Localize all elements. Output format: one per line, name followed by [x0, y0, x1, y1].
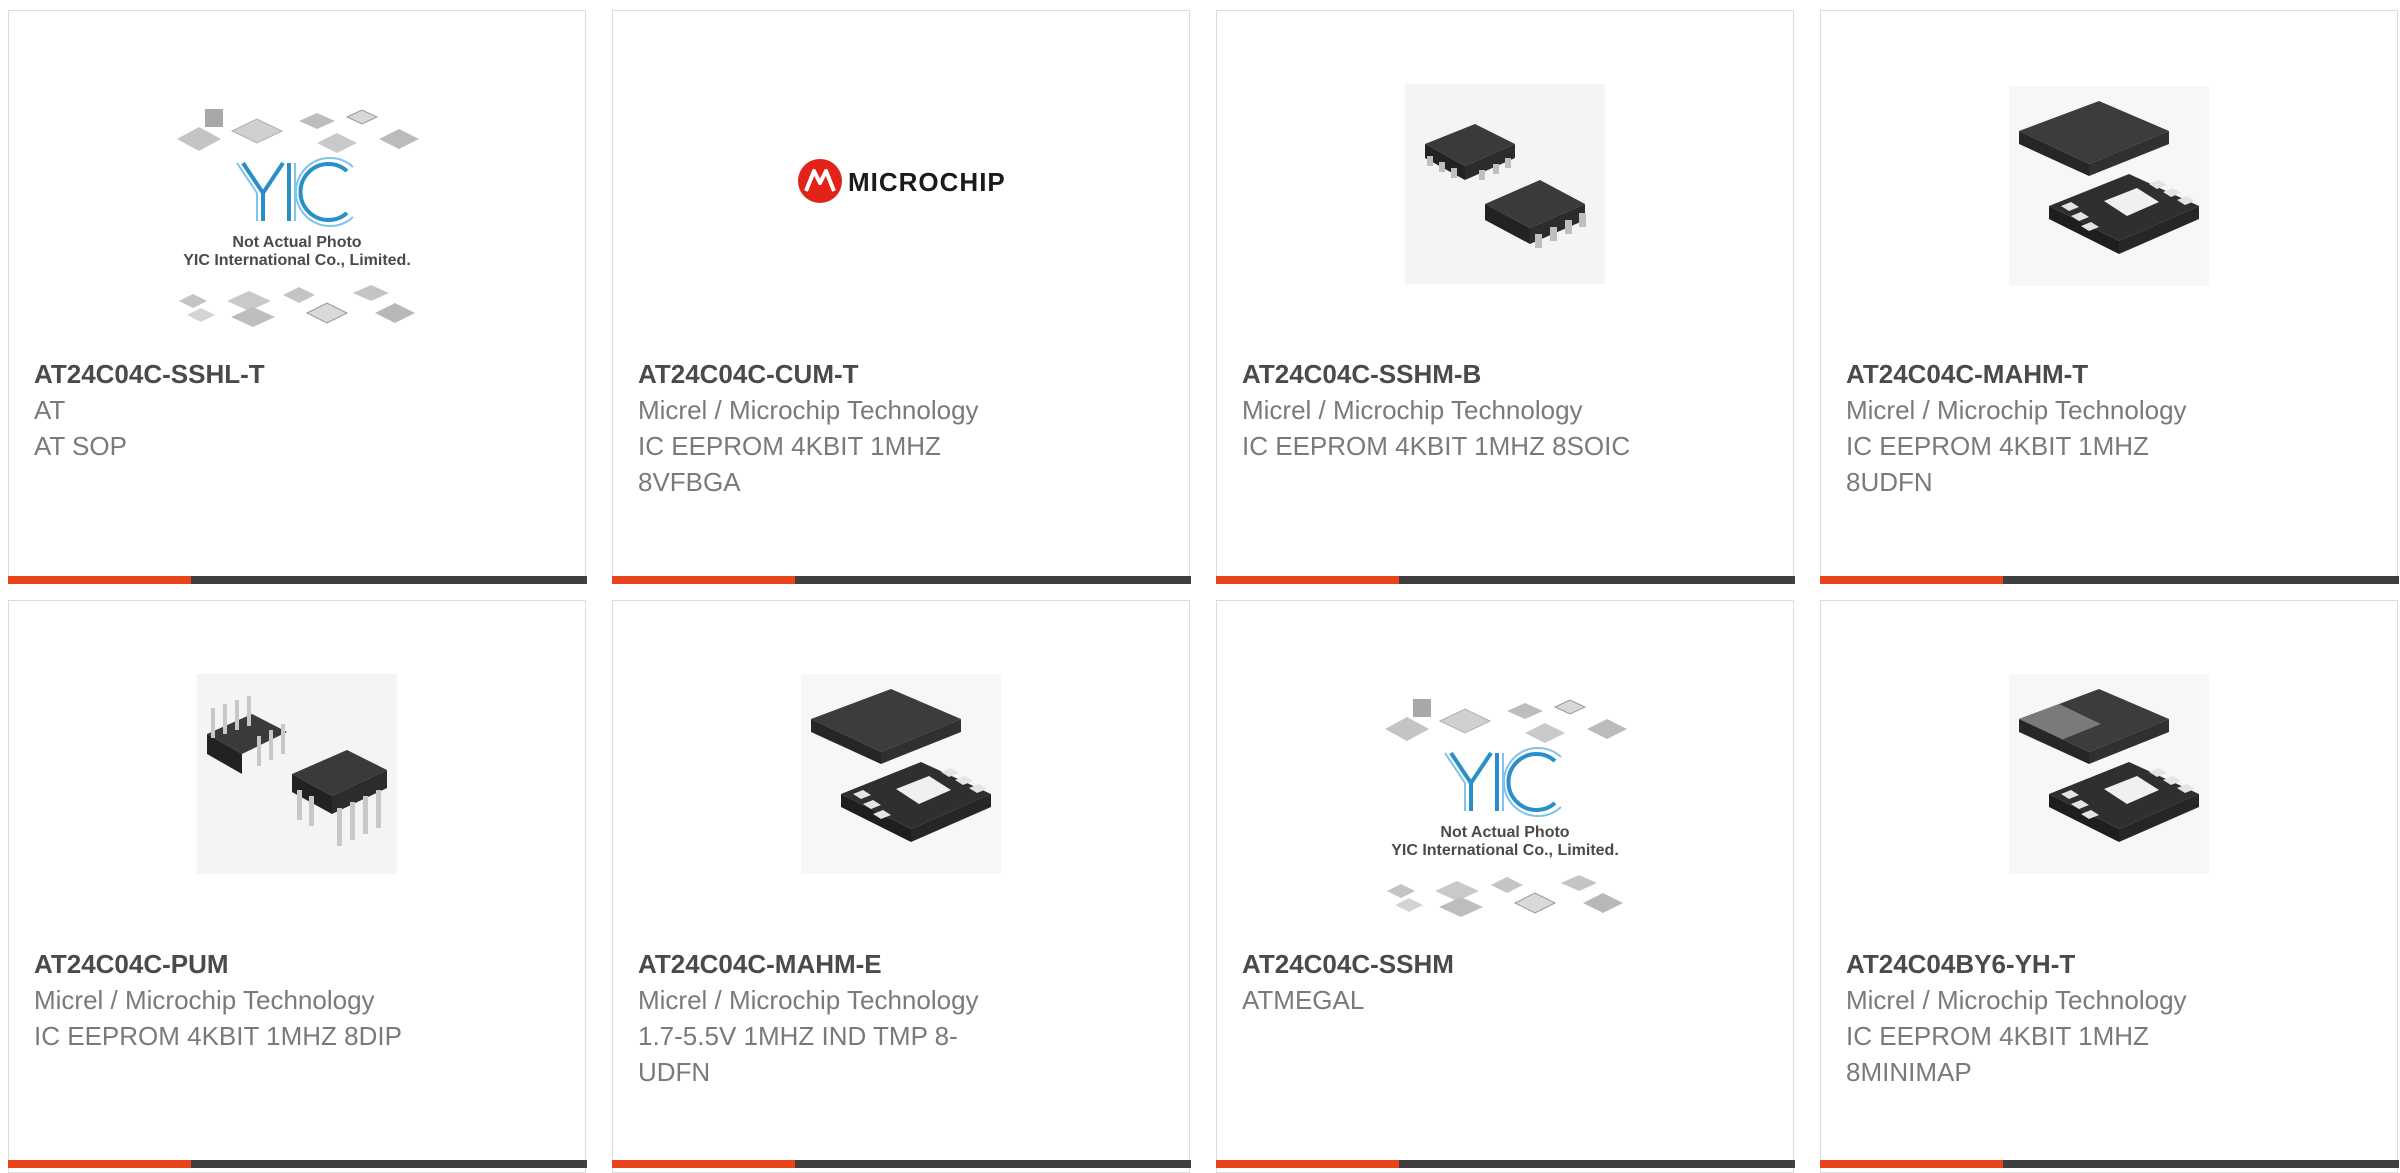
udfn-chip-image: [2009, 86, 2209, 286]
manufacturer: ATMEGAL: [1242, 985, 1365, 1015]
manufacturer: Micrel / Microchip Technology: [34, 985, 375, 1015]
product-card[interactable]: AT24C04C-PUM Micrel / Microchip Technolo…: [7, 600, 587, 1173]
product-info: AT24C04BY6-YH-T Micrel / Microchip Techn…: [1846, 946, 2237, 1090]
product-description: IC EEPROM 4KBIT 1MHZ 8VFBGA: [638, 431, 941, 497]
product-image[interactable]: [9, 669, 585, 879]
card-accent-bar: [1215, 575, 1399, 584]
product-card[interactable]: AT24C04C-MAHM-E Micrel / Microchip Techn…: [611, 600, 1191, 1173]
product-info: AT24C04C-SSHM ATMEGAL: [1242, 946, 1633, 1018]
card-bottom-bar: [7, 575, 587, 584]
part-number[interactable]: AT24C04C-PUM: [34, 946, 425, 982]
card-bottom-bar: [1215, 575, 1795, 584]
part-number[interactable]: AT24C04C-SSHM-B: [1242, 356, 1633, 392]
product-card[interactable]: AT24C04C-SSHM-B Micrel / Microchip Techn…: [1215, 10, 1795, 584]
soic-chip-image: [1405, 84, 1605, 284]
product-card[interactable]: Not Actual Photo YIC International Co., …: [7, 10, 587, 584]
part-number[interactable]: AT24C04C-CUM-T: [638, 356, 1029, 392]
dip-chip-image: [197, 674, 397, 874]
product-grid: Not Actual Photo YIC International Co., …: [0, 0, 2400, 1173]
microchip-logo: MICROCHIP: [798, 159, 1006, 203]
product-image[interactable]: [1821, 669, 2397, 879]
product-info: AT24C04C-SSHL-T AT AT SOP: [34, 356, 425, 464]
udfn-chip-image: [801, 674, 1001, 874]
microchip-logo-text: MICROCHIP: [848, 167, 1006, 197]
manufacturer: Micrel / Microchip Technology: [1242, 395, 1583, 425]
part-number[interactable]: AT24C04C-SSHM: [1242, 946, 1633, 982]
product-info: AT24C04C-CUM-T Micrel / Microchip Techno…: [638, 356, 1029, 500]
card-accent-bar: [1819, 575, 2003, 584]
product-card[interactable]: MICROCHIP AT24C04C-CUM-T Micrel / Microc…: [611, 10, 1191, 584]
product-image[interactable]: Not Actual Photo YIC International Co., …: [9, 96, 585, 346]
part-number[interactable]: AT24C04C-MAHM-T: [1846, 356, 2237, 392]
product-description: AT SOP: [34, 431, 127, 461]
card-accent-bar: [7, 575, 191, 584]
card-bottom-bar: [1819, 575, 2399, 584]
product-image[interactable]: Not Actual Photo YIC International Co., …: [1217, 686, 1793, 936]
product-description: IC EEPROM 4KBIT 1MHZ 8UDFN: [1846, 431, 2149, 497]
product-description: IC EEPROM 4KBIT 1MHZ 8SOIC: [1242, 431, 1631, 461]
card-accent-bar: [611, 575, 795, 584]
manufacturer: Micrel / Microchip Technology: [1846, 985, 2187, 1015]
placeholder-caption-line-1: Not Actual Photo: [232, 234, 361, 251]
manufacturer: Micrel / Microchip Technology: [638, 985, 979, 1015]
product-description: IC EEPROM 4KBIT 1MHZ 8MINIMAP: [1846, 1021, 2149, 1087]
part-number[interactable]: AT24C04BY6-YH-T: [1846, 946, 2237, 982]
product-card[interactable]: AT24C04BY6-YH-T Micrel / Microchip Techn…: [1819, 600, 2399, 1173]
manufacturer: Micrel / Microchip Technology: [638, 395, 979, 425]
product-info: AT24C04C-MAHM-T Micrel / Microchip Techn…: [1846, 356, 2237, 500]
placeholder-caption-line-1: Not Actual Photo: [1440, 824, 1569, 841]
placeholder-caption-line-2: YIC International Co., Limited.: [1391, 842, 1619, 859]
part-number[interactable]: AT24C04C-MAHM-E: [638, 946, 1029, 982]
manufacturer: Micrel / Microchip Technology: [1846, 395, 2187, 425]
product-image[interactable]: [1217, 79, 1793, 289]
product-info: AT24C04C-SSHM-B Micrel / Microchip Techn…: [1242, 356, 1633, 464]
product-image[interactable]: [613, 669, 1189, 879]
product-card[interactable]: Not Actual Photo YIC International Co., …: [1215, 600, 1795, 1173]
product-info: AT24C04C-PUM Micrel / Microchip Technolo…: [34, 946, 425, 1054]
not-actual-photo-placeholder-image: Not Actual Photo YIC International Co., …: [1385, 699, 1627, 917]
product-card[interactable]: AT24C04C-MAHM-T Micrel / Microchip Techn…: [1819, 10, 2399, 584]
manufacturer: AT: [34, 395, 66, 425]
minimap-chip-image: [2009, 674, 2209, 874]
product-image[interactable]: [1821, 81, 2397, 291]
product-info: AT24C04C-MAHM-E Micrel / Microchip Techn…: [638, 946, 1029, 1090]
placeholder-caption-line-2: YIC International Co., Limited.: [183, 252, 411, 269]
not-actual-photo-placeholder-image: Not Actual Photo YIC International Co., …: [177, 109, 419, 327]
part-number[interactable]: AT24C04C-SSHL-T: [34, 356, 425, 392]
product-description: 1.7-5.5V 1MHZ IND TMP 8-UDFN: [638, 1021, 958, 1087]
product-description: IC EEPROM 4KBIT 1MHZ 8DIP: [34, 1021, 402, 1051]
product-image[interactable]: MICROCHIP: [613, 71, 1189, 291]
card-bottom-bar: [611, 575, 1191, 584]
